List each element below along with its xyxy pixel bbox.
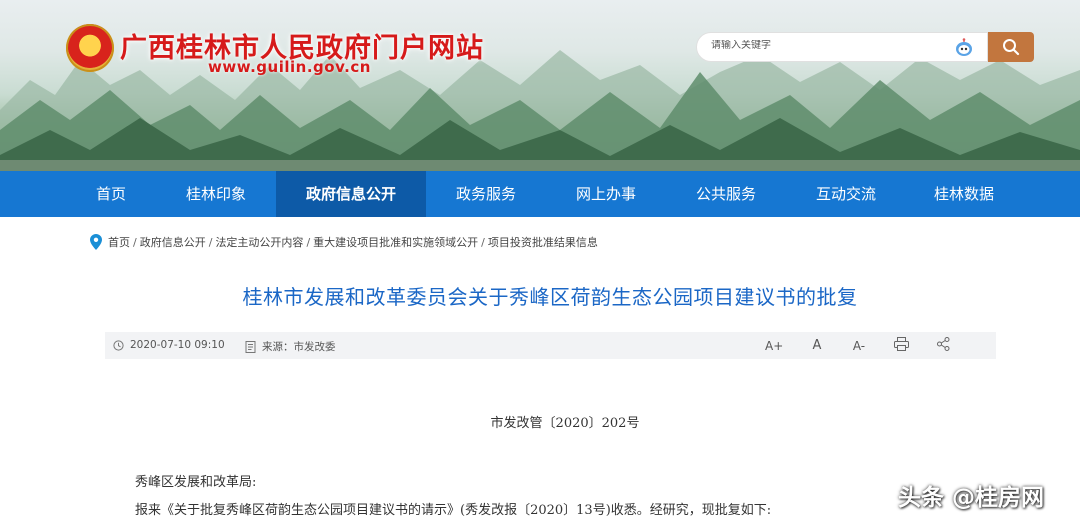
increase-font-icon: A+ bbox=[765, 339, 784, 353]
national-emblem-icon bbox=[66, 24, 114, 72]
print-button[interactable] bbox=[892, 337, 910, 355]
header-banner: 广西桂林市人民政府门户网站 www.guilin.gov.cn bbox=[0, 0, 1080, 171]
decrease-font-icon: A- bbox=[852, 339, 866, 353]
addressee: 秀峰区发展和改革局: bbox=[135, 475, 257, 490]
breadcrumb-link[interactable]: 首页 bbox=[108, 234, 130, 250]
date-text: 2020-07-10 09:10 bbox=[130, 339, 225, 351]
share-icon bbox=[936, 337, 949, 351]
nav-item-gov-info-public[interactable]: 政府信息公开 bbox=[276, 171, 426, 217]
clock-icon bbox=[113, 339, 124, 351]
nav-item-public-service[interactable]: 公共服务 bbox=[680, 171, 772, 217]
increase-font-button[interactable]: A+ bbox=[765, 337, 783, 355]
location-pin-icon bbox=[90, 234, 102, 250]
decrease-font-button[interactable]: A- bbox=[850, 337, 868, 355]
normal-font-button[interactable]: A bbox=[808, 337, 826, 355]
article-source: 来源：市发改委 bbox=[245, 339, 336, 354]
robot-assistant-icon[interactable] bbox=[954, 38, 974, 58]
breadcrumb-separator: / bbox=[306, 235, 311, 249]
breadcrumb-link[interactable]: 重大建设项目批准和实施领域公开 bbox=[313, 234, 478, 250]
breadcrumb-separator: / bbox=[481, 235, 485, 249]
printer-icon bbox=[893, 337, 909, 351]
body-paragraph: 报来《关于批复秀峰区荷韵生态公园项目建议书的请示》(秀发改报〔2020〕13号)… bbox=[135, 503, 772, 518]
nav-item-guilin-data[interactable]: 桂林数据 bbox=[918, 171, 1010, 217]
breadcrumb: 首页 / 政府信息公开 / 法定主动公开内容 / 重大建设项目批准和实施领域公开… bbox=[90, 234, 598, 250]
breadcrumb-link[interactable]: 法定主动公开内容 bbox=[215, 234, 303, 250]
breadcrumb-link[interactable]: 项目投资批准结果信息 bbox=[488, 234, 598, 250]
nav-item-interaction[interactable]: 互动交流 bbox=[800, 171, 892, 217]
nav-item-online-service[interactable]: 网上办事 bbox=[560, 171, 652, 217]
search-icon bbox=[1003, 39, 1020, 56]
publish-date: 2020-07-10 09:10 bbox=[113, 339, 225, 351]
share-button[interactable] bbox=[934, 337, 952, 355]
article-title: 桂林市发展和改革委员会关于秀峰区荷韵生态公园项目建议书的批复 bbox=[242, 285, 858, 309]
watermark: 头条 @桂房网 bbox=[898, 485, 1045, 511]
breadcrumb-separator: / bbox=[133, 235, 137, 249]
nav-item-gov-services[interactable]: 政务服务 bbox=[440, 171, 532, 217]
source-text: 来源：市发改委 bbox=[262, 341, 336, 353]
document-icon bbox=[245, 340, 256, 353]
normal-font-icon: A bbox=[812, 338, 822, 353]
breadcrumb-link[interactable]: 政府信息公开 bbox=[140, 234, 206, 250]
breadcrumb-separator: / bbox=[208, 235, 213, 249]
nav-item-home[interactable]: 首页 bbox=[72, 171, 150, 217]
search-box bbox=[696, 32, 988, 62]
site-url[interactable]: www.guilin.gov.cn bbox=[208, 58, 371, 76]
main-nav: 首页 桂林印象 政府信息公开 政务服务 网上办事 公共服务 互动交流 桂林数据 bbox=[0, 171, 1080, 217]
article-meta-bar: 2020-07-10 09:10 来源：市发改委 A+ A A- bbox=[105, 332, 996, 359]
document-number: 市发改管〔2020〕202号 bbox=[490, 416, 640, 431]
search-input[interactable] bbox=[711, 40, 931, 51]
nav-item-guilin-impression[interactable]: 桂林印象 bbox=[170, 171, 262, 217]
search-button[interactable] bbox=[988, 32, 1034, 62]
